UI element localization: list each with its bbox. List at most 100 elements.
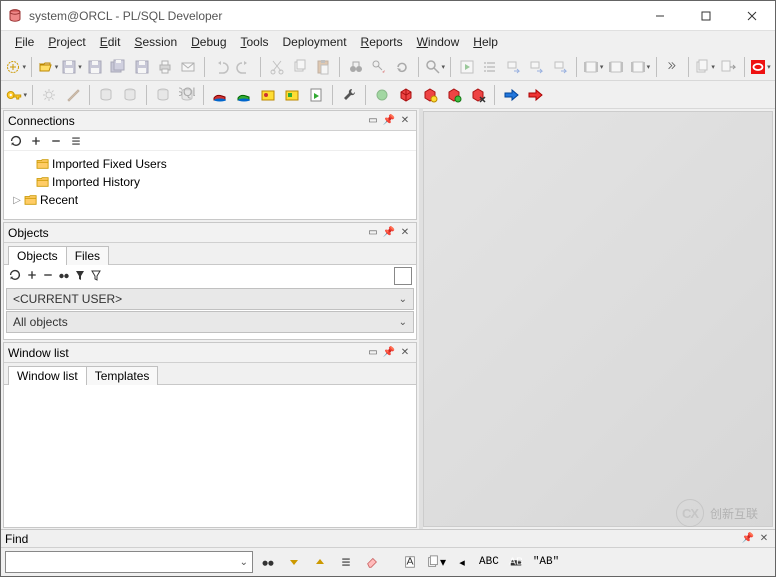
expand-icon[interactable] — [28, 133, 44, 149]
tool1-button[interactable] — [257, 84, 279, 106]
logon-button[interactable]: ▾ — [5, 84, 27, 106]
open-button[interactable]: ▾ — [37, 56, 58, 78]
menu-project[interactable]: Project — [42, 33, 91, 51]
nav-forward-button[interactable] — [524, 84, 546, 106]
tab-objects[interactable]: Objects — [8, 246, 67, 265]
find-doc-icon[interactable] — [399, 551, 421, 573]
step-out-button[interactable] — [550, 56, 571, 78]
find-abc-label[interactable]: ABC — [477, 556, 501, 568]
debug-object2-button[interactable] — [419, 84, 441, 106]
break-button[interactable] — [62, 84, 84, 106]
preferences-button[interactable] — [338, 84, 360, 106]
debug-object4-button[interactable] — [467, 84, 489, 106]
pin-icon[interactable]: 📌 — [382, 114, 396, 128]
tab-windowlist[interactable]: Window list — [8, 366, 87, 385]
cut-button[interactable] — [266, 56, 287, 78]
close-button[interactable] — [729, 1, 775, 31]
minimize-button[interactable] — [637, 1, 683, 31]
mail-button[interactable] — [178, 56, 199, 78]
collapse-icon[interactable] — [48, 133, 64, 149]
find-icon[interactable] — [58, 269, 70, 284]
debug-run-button[interactable] — [371, 84, 393, 106]
tool2-button[interactable] — [281, 84, 303, 106]
save-button[interactable]: ▾ — [61, 56, 82, 78]
menu-edit[interactable]: Edit — [94, 33, 127, 51]
macro-play-button[interactable] — [606, 56, 627, 78]
save-single-button[interactable] — [84, 56, 105, 78]
profiler1-button[interactable] — [209, 84, 231, 106]
close-icon[interactable]: ✕ — [398, 226, 412, 240]
find-input[interactable]: ⌄ — [5, 551, 253, 573]
dock-icon[interactable]: ▭ — [366, 346, 380, 360]
windowlist-header[interactable]: Window list ▭ 📌 ✕ — [4, 343, 416, 363]
explain-plan-button[interactable] — [456, 56, 477, 78]
debug-object1-button[interactable] — [395, 84, 417, 106]
tree-item[interactable]: Imported History — [4, 173, 416, 191]
filter-combo[interactable]: All objects ⌄ — [6, 311, 414, 333]
print-button[interactable] — [154, 56, 175, 78]
find-next-button[interactable] — [392, 56, 413, 78]
step-into-button[interactable] — [527, 56, 548, 78]
refresh-icon[interactable] — [8, 133, 24, 149]
color-box[interactable] — [394, 267, 412, 285]
close-icon[interactable]: ✕ — [398, 346, 412, 360]
find-prev-result[interactable]: ◂ — [451, 551, 473, 573]
windows-arrange-button[interactable] — [717, 56, 738, 78]
refresh-icon[interactable] — [8, 268, 22, 285]
find-clear-icon[interactable] — [361, 551, 383, 573]
collapse-icon[interactable] — [42, 269, 54, 284]
replace-button[interactable] — [368, 56, 389, 78]
redo-button[interactable] — [233, 56, 254, 78]
sql-button[interactable] — [152, 84, 174, 106]
objects-header[interactable]: Objects ▭ 📌 ✕ — [4, 223, 416, 243]
save-as-button[interactable] — [131, 56, 152, 78]
commit-button[interactable] — [95, 84, 117, 106]
step-over-button[interactable] — [503, 56, 524, 78]
debug-object3-button[interactable] — [443, 84, 465, 106]
pin-icon[interactable]: 📌 — [382, 346, 396, 360]
expander-icon[interactable]: ▷ — [12, 195, 22, 206]
filter1-icon[interactable] — [74, 269, 86, 284]
rollback-button[interactable] — [119, 84, 141, 106]
menu-debug[interactable]: Debug — [185, 33, 232, 51]
find-highlight-icon[interactable] — [505, 551, 527, 573]
macro-stop-button[interactable]: ▾ — [629, 56, 650, 78]
tree-item[interactable]: Imported Fixed Users — [4, 155, 416, 173]
pin-icon[interactable]: 📌 — [741, 532, 755, 546]
connections-header[interactable]: Connections ▭ 📌 ✕ — [4, 111, 416, 131]
dock-icon[interactable]: ▭ — [366, 114, 380, 128]
menu-help[interactable]: Help — [467, 33, 504, 51]
doc-play-button[interactable] — [305, 84, 327, 106]
find-down-icon[interactable] — [283, 551, 305, 573]
profiler2-button[interactable] — [233, 84, 255, 106]
menu-tools[interactable]: Tools — [235, 33, 275, 51]
filter2-icon[interactable] — [90, 269, 102, 284]
undo-button[interactable] — [210, 56, 231, 78]
user-combo[interactable]: <CURRENT USER> ⌄ — [6, 288, 414, 310]
execute-button[interactable] — [38, 84, 60, 106]
dock-icon[interactable]: ▭ — [366, 226, 380, 240]
expand-icon[interactable] — [26, 269, 38, 284]
menu-reports[interactable]: Reports — [355, 33, 409, 51]
menu-session[interactable]: Session — [128, 33, 183, 51]
paste-button[interactable] — [313, 56, 334, 78]
find-ab-label[interactable]: "AB" — [531, 556, 561, 568]
menu-window[interactable]: Window — [411, 33, 466, 51]
tree-item[interactable]: ▷ Recent — [4, 191, 416, 209]
maximize-button[interactable] — [683, 1, 729, 31]
find-header[interactable]: Find 📌 ✕ — [1, 530, 775, 548]
find-docs-icon[interactable]: ▾ — [425, 551, 447, 573]
nav-back-button[interactable] — [500, 84, 522, 106]
find-button[interactable] — [345, 56, 366, 78]
menu-deployment[interactable]: Deployment — [277, 33, 353, 51]
find-db-button[interactable]: ▾ — [424, 56, 445, 78]
sql-window-button[interactable] — [176, 84, 198, 106]
menu-file[interactable]: File — [9, 33, 40, 51]
new-button[interactable]: ▾ — [5, 56, 26, 78]
copy-button[interactable] — [289, 56, 310, 78]
pin-icon[interactable]: 📌 — [382, 226, 396, 240]
save-all-button[interactable] — [108, 56, 129, 78]
find-bars-icon[interactable] — [335, 551, 357, 573]
menu-icon[interactable] — [68, 133, 84, 149]
tab-templates[interactable]: Templates — [86, 366, 159, 385]
